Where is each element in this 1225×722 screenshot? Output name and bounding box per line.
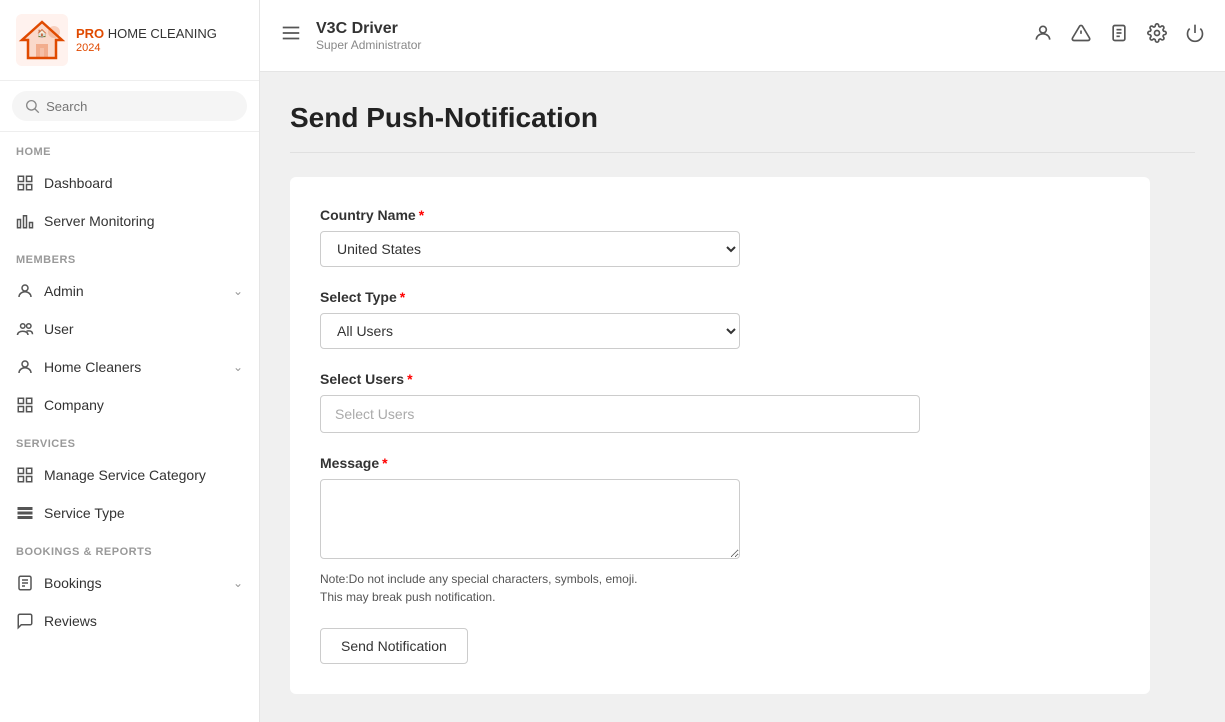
sidebar-item-home-cleaners[interactable]: Home Cleaners ⌄ [0,348,259,386]
clipboard-icon[interactable] [1109,23,1129,48]
logo-text: PRO HOME CLEANING [76,26,217,43]
send-notification-button[interactable]: Send Notification [320,628,468,664]
message-label: Message * [320,455,1120,471]
hamburger-button[interactable] [280,22,302,49]
chat-icon [16,612,34,630]
sidebar-item-user[interactable]: User [0,310,259,348]
section-members-label: MEMBERS [0,240,259,272]
person-icon [16,282,34,300]
sidebar-item-label: Home Cleaners [44,359,223,375]
form-card: Country Name * United States Canada Unit… [290,177,1150,694]
sidebar-item-server-monitoring[interactable]: Server Monitoring [0,202,259,240]
required-indicator: * [419,207,424,223]
select-users-input[interactable] [320,395,920,433]
section-bookings-label: BOOKINGS & REPORTS [0,532,259,564]
sidebar-item-service-type[interactable]: Service Type [0,494,259,532]
message-group: Message * Note:Do not include any specia… [320,455,1120,606]
grid-icon [16,466,34,484]
list-icon [16,504,34,522]
sidebar-item-bookings[interactable]: Bookings ⌄ [0,564,259,602]
people-icon [16,320,34,338]
select-type-label: Select Type * [320,289,1120,305]
sidebar-search-container [0,81,259,132]
sidebar-item-label: Reviews [44,613,243,629]
settings-icon[interactable] [1147,23,1167,48]
sidebar-item-label: Service Type [44,505,243,521]
sidebar-item-label: Server Monitoring [44,213,243,229]
select-users-label: Select Users * [320,371,1120,387]
search-input[interactable] [46,99,235,114]
select-type-group: Select Type * All Users Specific Users H… [320,289,1120,349]
person-icon [16,358,34,376]
country-name-label: Country Name * [320,207,1120,223]
list-icon [16,574,34,592]
section-home-label: HOME [0,132,259,164]
sidebar-item-label: Manage Service Category [44,467,243,483]
message-note: Note:Do not include any special characte… [320,570,1120,606]
select-type-select[interactable]: All Users Specific Users Home Cleaners [320,313,740,349]
sidebar-item-dashboard[interactable]: Dashboard [0,164,259,202]
chart-icon [16,212,34,230]
header-icons [1033,23,1205,48]
required-indicator: * [407,371,412,387]
sidebar: 🏠 PRO HOME CLEANING 2024 HOME Dashboard … [0,0,260,722]
message-textarea[interactable] [320,479,740,559]
logo-icon: 🏠 [16,14,68,66]
sidebar-item-label: User [44,321,243,337]
logo-year: 2024 [76,42,217,54]
svg-text:🏠: 🏠 [37,29,47,38]
main-content: Send Push-Notification Country Name * Un… [260,72,1225,722]
alert-icon[interactable] [1071,23,1091,48]
header: V3C Driver Super Administrator [260,0,1225,72]
page-title: Send Push-Notification [290,102,1195,134]
chevron-down-icon: ⌄ [233,360,243,374]
select-users-group: Select Users * [320,371,1120,433]
company-icon [16,396,34,414]
search-box [12,91,247,121]
country-name-select[interactable]: United States Canada United Kingdom Aust… [320,231,740,267]
sidebar-item-label: Dashboard [44,175,243,191]
section-services-label: SERVICES [0,424,259,456]
grid-icon [16,174,34,192]
sidebar-item-admin[interactable]: Admin ⌄ [0,272,259,310]
sidebar-item-reviews[interactable]: Reviews [0,602,259,640]
country-name-group: Country Name * United States Canada Unit… [320,207,1120,267]
sidebar-logo: 🏠 PRO HOME CLEANING 2024 [0,0,259,81]
chevron-down-icon: ⌄ [233,284,243,298]
header-title: V3C Driver [316,20,421,38]
header-subtitle: Super Administrator [316,38,421,52]
power-icon[interactable] [1185,23,1205,48]
search-icon [24,97,40,115]
sidebar-item-label: Company [44,397,243,413]
sidebar-item-label: Bookings [44,575,223,591]
chevron-down-icon: ⌄ [233,576,243,590]
sidebar-item-manage-service-category[interactable]: Manage Service Category [0,456,259,494]
user-icon[interactable] [1033,23,1053,48]
sidebar-item-company[interactable]: Company [0,386,259,424]
required-indicator: * [400,289,405,305]
main-area: V3C Driver Super Administrator [260,0,1225,722]
menu-icon [280,22,302,44]
sidebar-item-label: Admin [44,283,223,299]
required-indicator: * [382,455,387,471]
